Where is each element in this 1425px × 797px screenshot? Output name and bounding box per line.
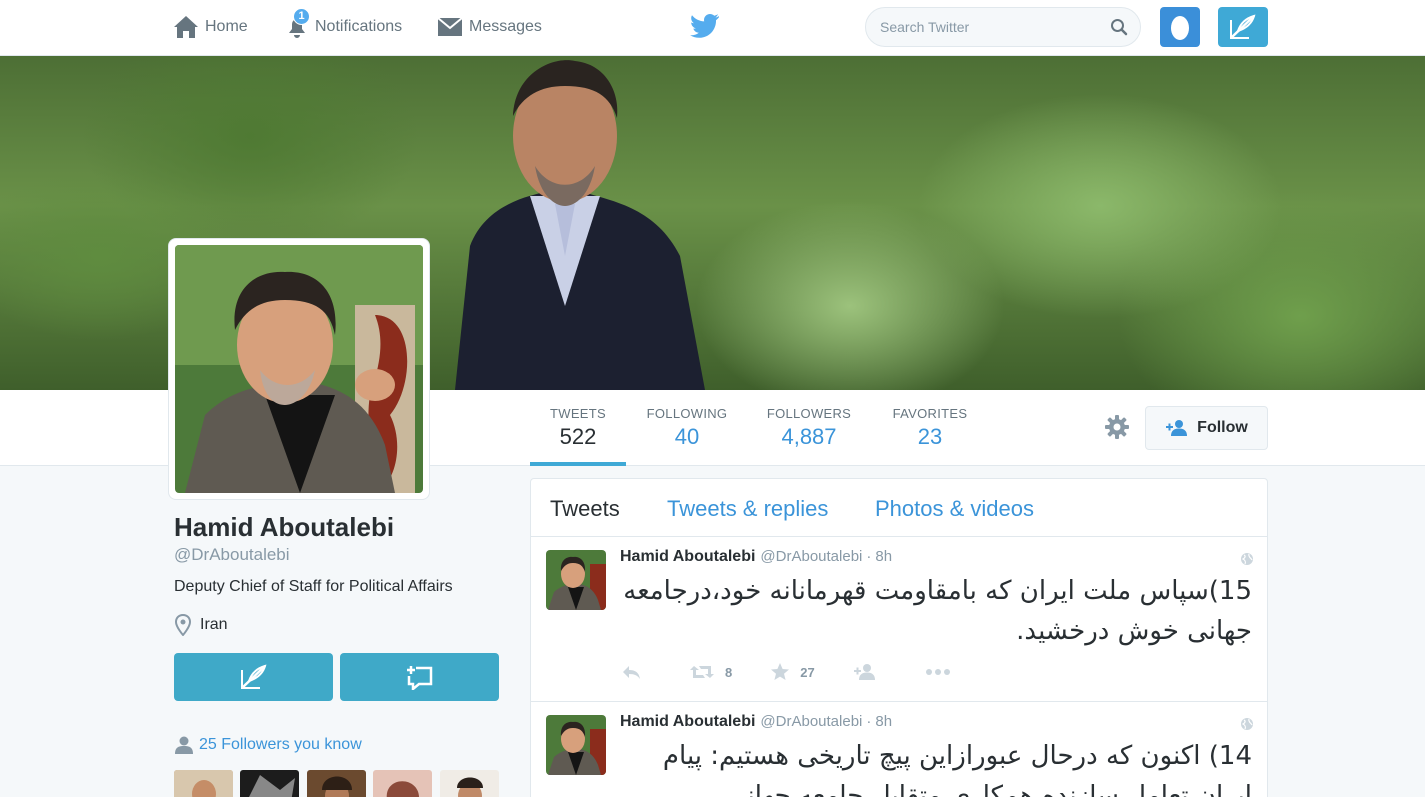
tweet-author-handle[interactable]: @DrAboutalebi bbox=[760, 548, 862, 565]
follow-button[interactable]: Follow bbox=[1145, 406, 1268, 450]
notification-count-badge: 1 bbox=[293, 8, 310, 25]
twitter-bird-icon[interactable] bbox=[690, 13, 720, 39]
tweet-author-name[interactable]: Hamid Aboutalebi bbox=[620, 713, 755, 731]
tweet-text: 15)سپاس ملت ایران که بامقاومت قهرمانانه … bbox=[623, 576, 1252, 646]
tweet-author-avatar[interactable] bbox=[546, 550, 606, 610]
favorite-button[interactable]: 27 bbox=[770, 663, 815, 681]
stat-following-label: FOLLOWING bbox=[646, 406, 728, 421]
stat-tweets-label: TWEETS bbox=[550, 406, 606, 421]
stat-favorites-value: 23 bbox=[917, 424, 943, 449]
profile-bio: Deputy Chief of Staff for Political Affa… bbox=[174, 578, 453, 595]
tab-tweets-and-replies[interactable]: Tweets & replies bbox=[667, 496, 828, 522]
more-options-button[interactable] bbox=[925, 668, 961, 676]
stat-followers[interactable]: FOLLOWERS 4,887 bbox=[760, 406, 858, 450]
stat-tweets[interactable]: TWEETS 522 bbox=[530, 406, 626, 450]
profile-location-label: Iran bbox=[200, 616, 228, 633]
tweet-to-button[interactable] bbox=[174, 653, 333, 701]
retweet-count: 8 bbox=[725, 664, 733, 680]
follower-avatar[interactable] bbox=[240, 770, 299, 797]
active-stat-underline bbox=[530, 462, 626, 466]
follow-from-tweet-button[interactable] bbox=[853, 663, 887, 681]
user-icon bbox=[175, 736, 193, 754]
tweet-timestamp[interactable]: 8h bbox=[875, 548, 892, 565]
quill-icon bbox=[1230, 14, 1256, 39]
profile-avatar[interactable] bbox=[168, 238, 430, 500]
profile-avatar-image bbox=[175, 245, 423, 493]
tweet[interactable]: Hamid Aboutalebi @DrAboutalebi · 8h 14) … bbox=[531, 702, 1267, 797]
tweet-header: Hamid Aboutalebi @DrAboutalebi · 8h bbox=[620, 713, 892, 731]
account-menu-avatar[interactable] bbox=[1160, 7, 1200, 47]
stat-following[interactable]: FOLLOWING 40 bbox=[640, 406, 734, 450]
nav-notifications[interactable]: 1 Notifications bbox=[285, 8, 403, 42]
retweet-button[interactable]: 8 bbox=[689, 664, 732, 680]
stat-followers-label: FOLLOWERS bbox=[766, 406, 852, 421]
nav-messages[interactable]: Messages bbox=[437, 12, 542, 42]
tab-photos-and-videos[interactable]: Photos & videos bbox=[875, 496, 1034, 522]
gear-icon[interactable] bbox=[1104, 414, 1130, 440]
follower-avatar[interactable] bbox=[174, 770, 233, 797]
tweet-actions: 8 27 bbox=[621, 663, 999, 681]
tab-tweets[interactable]: Tweets bbox=[550, 496, 620, 522]
favorite-count: 27 bbox=[800, 664, 815, 680]
followers-you-know-label: 25 Followers you know bbox=[199, 736, 362, 753]
more-icon bbox=[925, 669, 950, 675]
star-icon bbox=[771, 663, 790, 680]
compose-tweet-button[interactable] bbox=[1218, 7, 1268, 47]
tweets-timeline: Tweets Tweets & replies Photos & videos … bbox=[530, 478, 1268, 797]
follower-avatar[interactable] bbox=[307, 770, 366, 797]
tweet-author-name[interactable]: Hamid Aboutalebi bbox=[620, 548, 755, 566]
reply-button[interactable] bbox=[621, 664, 651, 680]
profile-handle[interactable]: @DrAboutalebi bbox=[174, 545, 290, 565]
tweet[interactable]: Hamid Aboutalebi @DrAboutalebi · 8h 15)س… bbox=[531, 537, 1267, 702]
follower-avatar[interactable] bbox=[440, 770, 499, 797]
profile-location: Iran bbox=[174, 614, 228, 636]
nav-home[interactable]: Home bbox=[173, 12, 248, 42]
nav-notifications-label: Notifications bbox=[315, 18, 403, 35]
search-icon[interactable] bbox=[1110, 18, 1128, 36]
tweet-author-handle[interactable]: @DrAboutalebi bbox=[760, 713, 862, 730]
stat-following-value: 40 bbox=[674, 424, 700, 449]
tweet-timestamp[interactable]: 8h bbox=[875, 713, 892, 730]
timeline-tabs: Tweets Tweets & replies Photos & videos bbox=[531, 479, 1267, 537]
egg-avatar-icon bbox=[1171, 16, 1189, 40]
message-button[interactable] bbox=[340, 653, 499, 701]
nav-messages-label: Messages bbox=[469, 18, 542, 35]
stat-favorites[interactable]: FAVORITES 23 bbox=[885, 406, 975, 450]
envelope-icon bbox=[437, 17, 463, 36]
followers-you-know-link[interactable]: 25 Followers you know bbox=[174, 736, 362, 754]
globe-icon[interactable] bbox=[1240, 552, 1254, 566]
quill-icon bbox=[240, 664, 266, 689]
profile-name[interactable]: Hamid Aboutalebi bbox=[174, 512, 394, 543]
search-input[interactable] bbox=[880, 19, 1100, 35]
tweet-separator: · bbox=[866, 713, 872, 730]
banner-photo-person bbox=[455, 60, 705, 390]
home-icon bbox=[174, 16, 198, 38]
globe-icon[interactable] bbox=[1240, 717, 1254, 731]
stat-favorites-label: FAVORITES bbox=[892, 406, 968, 421]
stat-tweets-value: 522 bbox=[559, 424, 597, 449]
reply-icon bbox=[623, 666, 640, 679]
direct-message-icon bbox=[406, 666, 432, 690]
tweet-text: 14) اکنون که درحال عبورازاین پیچ تاریخی … bbox=[662, 741, 1252, 797]
search-box[interactable] bbox=[865, 7, 1141, 47]
follow-button-label: Follow bbox=[1197, 419, 1248, 436]
stat-followers-value: 4,887 bbox=[781, 424, 837, 449]
tweet-header: Hamid Aboutalebi @DrAboutalebi · 8h bbox=[620, 548, 892, 566]
nav-home-label: Home bbox=[205, 18, 248, 35]
top-navigation-bar: Home 1 Notifications Messages bbox=[0, 0, 1425, 56]
tweet-separator: · bbox=[866, 548, 872, 565]
follower-avatar[interactable] bbox=[373, 770, 432, 797]
retweet-icon bbox=[690, 666, 714, 678]
add-user-icon bbox=[1166, 420, 1188, 436]
tweet-author-avatar[interactable] bbox=[546, 715, 606, 775]
add-user-icon bbox=[853, 664, 875, 680]
location-pin-icon bbox=[174, 614, 192, 636]
